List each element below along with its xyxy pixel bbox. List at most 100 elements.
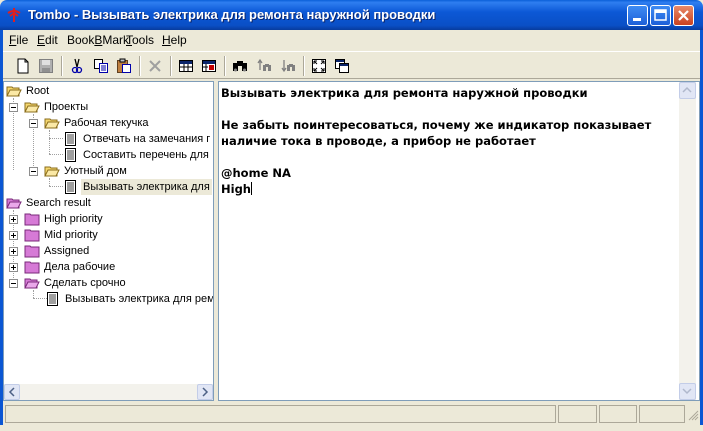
expand-icon[interactable] [9,263,18,272]
editor-vertical-scrollbar[interactable] [679,82,696,400]
tombo-app-icon[interactable] [6,7,22,23]
toolbar-separator [303,56,305,76]
note-line: High [221,182,251,196]
scroll-left-button[interactable] [4,384,20,400]
tree-item-label: Составить перечень для [83,149,209,161]
note-editor[interactable]: Вызывать электрика для ремонта наружной … [218,81,700,401]
toolbar-separator [224,56,226,76]
fullscreen-icon [312,59,326,73]
tree-item-mid-priority[interactable]: Mid priority [4,227,213,243]
table2-button[interactable] [198,55,220,77]
binoculars-icon [233,61,247,72]
arrow-down-icon [682,388,692,395]
tree-item-note[interactable]: Отвечать на замечания г [4,131,213,147]
paste-button[interactable] [113,55,135,77]
menu-edit[interactable]: Edit [37,33,58,47]
toolbar [3,51,700,79]
two-pane-button[interactable] [331,55,353,77]
tree-item-label: Уютный дом [64,165,127,177]
note-icon [65,148,76,162]
table2-icon [202,60,216,72]
expand-icon[interactable] [9,247,18,256]
tree-item-label: Assigned [44,245,90,257]
note-line [221,149,676,165]
resize-grip-icon[interactable] [687,409,699,421]
text-caret [251,182,252,195]
scroll-right-button[interactable] [197,384,213,400]
arrow-right-icon [202,387,209,397]
menu-help[interactable]: Help [162,33,187,47]
note-text[interactable]: Вызывать электрика для ремонта наружной … [221,85,676,197]
maximize-button[interactable] [650,5,671,26]
tree-item-root[interactable]: Root [4,83,213,99]
maximize-icon [654,9,667,21]
search-folder-icon [6,198,22,209]
find-button[interactable] [229,55,251,77]
toolbar-separator [170,56,172,76]
tree-item-note[interactable]: Составить перечень для [4,147,213,163]
note-icon [65,132,76,146]
minimize-button[interactable] [627,5,648,26]
tree-item-label: Вызывать электрика для рем [65,293,214,305]
minimize-icon [633,18,641,21]
find-prev-button[interactable] [253,55,275,77]
copy-button[interactable] [90,55,112,77]
tree-item-high-priority[interactable]: High priority [4,211,213,227]
tree-item-label: Проекты [44,101,89,113]
collapse-icon[interactable] [29,119,38,128]
tree-item-do-urgently[interactable]: Сделать срочно [4,275,213,291]
tree-item-note-selected[interactable]: Вызывать электрика для [4,179,213,195]
search-folder-icon [24,229,40,242]
tree-item-cozy-home[interactable]: Уютный дом [4,163,213,179]
expand-icon[interactable] [9,231,18,240]
tree-item-work-affairs[interactable]: Дела рабочие [4,259,213,275]
tree-item-work-in-progress[interactable]: Рабочая текучка [4,115,213,131]
note-line: Не забыть поинтересоваться, почему же ин… [221,118,652,132]
table-icon [179,60,193,72]
search-folder-icon [24,213,40,226]
collapse-icon[interactable] [9,279,18,288]
tree-item-search-result[interactable]: Search result [4,195,213,211]
new-button[interactable] [12,55,34,77]
tree-item-projects[interactable]: Проекты [4,99,213,115]
tree-item-label: Search result [26,197,91,209]
status-bar [3,403,700,425]
find-next-button[interactable] [277,55,299,77]
table-button[interactable] [175,55,197,77]
two-pane-icon [335,59,349,73]
note-line: наличие тока в проводе, а прибор не рабо… [221,134,536,148]
note-line: @home NA [221,166,291,180]
menu-tools[interactable]: Tools [126,33,154,47]
save-icon [39,59,53,73]
tree-item-label: Mid priority [44,229,98,241]
note-line [221,101,676,117]
status-panel-main [5,405,556,423]
tree-horizontal-scrollbar[interactable] [4,384,213,400]
scroll-up-button[interactable] [679,82,696,99]
toolbar-separator [61,56,63,76]
toolbar-separator [139,56,141,76]
close-button[interactable] [673,5,694,26]
status-panel [599,405,637,423]
collapse-icon[interactable] [29,167,38,176]
tree-item-note[interactable]: Вызывать электрика для рем [4,291,213,307]
arrow-up-icon [682,86,692,93]
expand-icon[interactable] [9,215,18,224]
tree-item-assigned[interactable]: Assigned [4,243,213,259]
collapse-icon[interactable] [9,103,18,112]
delete-button[interactable] [144,55,166,77]
fullscreen-button[interactable] [308,55,330,77]
folder-open-icon [24,102,40,113]
folder-open-icon [44,166,60,177]
note-line: Вызывать электрика для ремонта наружной … [221,86,588,100]
save-button[interactable] [35,55,57,77]
tree-item-label: Рабочая текучка [64,117,149,129]
notes-tree[interactable]: Root Проекты Рабочая текучка Отвечать на… [3,81,214,401]
title-bar[interactable]: Tombo - Вызывать электрика для ремонта н… [0,0,703,30]
delete-icon [149,60,161,72]
tree-item-label: Дела рабочие [44,261,116,273]
scroll-down-button[interactable] [679,383,696,400]
menu-file[interactable]: File [9,33,28,47]
menu-bookmark[interactable]: BookBMark [67,33,129,47]
cut-button[interactable] [66,55,88,77]
